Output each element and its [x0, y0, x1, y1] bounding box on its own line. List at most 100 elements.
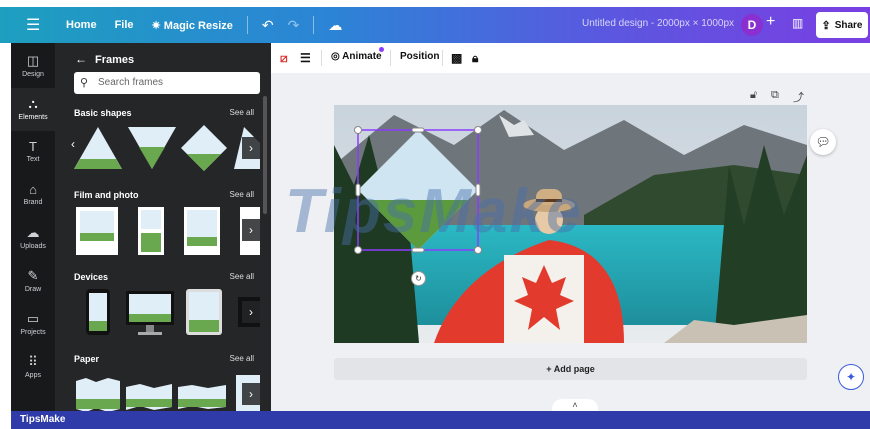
editor-toolbar: ⧄ ☰ ◎ Animate Position ▩ 🔒︎	[271, 43, 870, 74]
magic-sparkle-icon[interactable]: ✦	[838, 364, 864, 390]
panel-scrollbar[interactable]	[263, 96, 267, 214]
rail-label: Draw	[24, 286, 42, 293]
share-button[interactable]: ⇪ Share	[816, 12, 868, 38]
handle-tl	[354, 126, 362, 134]
see-all-link[interactable]: See all	[230, 190, 254, 199]
rail-item-uploads[interactable]: ☁ Uploads	[11, 217, 55, 260]
basic-shapes-row: ‹ ›	[71, 123, 260, 175]
section-title: Film and photo	[74, 190, 139, 200]
film-photo-row: ›	[74, 205, 260, 257]
add-page-icon[interactable]: ⤴	[793, 89, 804, 105]
devices-thumbs[interactable]	[74, 287, 260, 339]
cloud-upload-icon: ☁	[26, 225, 40, 240]
see-all-link[interactable]: See all	[230, 108, 254, 117]
rail-label: Projects	[20, 329, 46, 336]
basic-shapes-thumbs[interactable]	[74, 123, 260, 175]
divider	[442, 50, 443, 66]
rail-item-design[interactable]: ◫ Design	[11, 45, 55, 88]
divider	[390, 50, 391, 66]
section-devices: Devices See all	[74, 272, 254, 282]
paper-thumbs[interactable]	[74, 369, 260, 411]
rail-label: Elements	[18, 114, 48, 121]
chevron-left-icon[interactable]: ‹	[71, 137, 75, 151]
film-photo-thumbs[interactable]	[74, 205, 260, 257]
side-rail: ◫ Design ⛬ Elements T Text ⌂ Brand ☁ Uploads …	[11, 43, 55, 411]
layout-icon: ◫	[26, 53, 40, 68]
brand-icon: ⌂	[29, 182, 37, 197]
pen-icon: ✎	[27, 268, 39, 283]
handle-tr	[474, 126, 482, 134]
brand-label: TipsMake	[20, 414, 66, 425]
chevron-right-icon[interactable]: ›	[242, 383, 260, 405]
rail-label: Design	[22, 71, 44, 78]
panel-title: Frames	[95, 54, 135, 66]
no-color-icon[interactable]: ⧄	[280, 51, 288, 66]
transparency-icon[interactable]: ▩	[451, 51, 462, 65]
lock-page-icon[interactable]: 🔓︎	[750, 89, 757, 102]
magic-resize-label: Magic Resize	[163, 19, 233, 32]
rail-item-elements[interactable]: ⛬ Elements	[11, 88, 55, 131]
position-button[interactable]: Position	[400, 51, 439, 62]
frames-panel: ← Frames ⚲ Search frames Basic shapes Se…	[55, 43, 271, 411]
back-arrow-icon[interactable]: ←	[75, 52, 87, 66]
section-basic-shapes: Basic shapes See all	[74, 108, 254, 118]
chevron-right-icon[interactable]: ›	[242, 137, 260, 159]
section-title: Devices	[74, 272, 109, 282]
devices-row: ›	[74, 287, 260, 339]
rail-item-draw[interactable]: ✎ Draw	[11, 260, 55, 303]
handle-br	[474, 246, 482, 254]
home-button[interactable]: Home	[66, 19, 97, 31]
animate-button[interactable]: ◎ Animate	[331, 51, 382, 62]
handle-top	[411, 127, 425, 133]
undo-icon[interactable]: ↶	[262, 17, 274, 34]
comment-add-icon[interactable]: 💬︎	[810, 129, 836, 155]
chevron-right-icon[interactable]: ›	[242, 219, 260, 241]
folder-icon: ▭	[26, 311, 40, 326]
magic-resize-button[interactable]: ✷ Magic Resize	[152, 19, 233, 32]
rail-label: Apps	[25, 372, 41, 379]
rail-label: Uploads	[20, 243, 46, 250]
watermark-text: TipsMake	[285, 177, 583, 246]
rail-item-brand[interactable]: ⌂ Brand	[11, 174, 55, 217]
animate-label: Animate	[342, 51, 382, 62]
rail-label: Text	[26, 156, 40, 163]
divider	[246, 16, 248, 34]
cloud-save-icon[interactable]: ☁	[328, 17, 342, 34]
section-title: Paper	[74, 354, 100, 364]
rail-item-apps[interactable]: ⠿ Apps	[11, 346, 55, 389]
rail-item-projects[interactable]: ▭ Projects	[11, 303, 55, 346]
rail-item-text[interactable]: T Text	[11, 131, 55, 174]
handle-bl	[354, 246, 362, 254]
handle-bottom	[411, 247, 425, 253]
avatar[interactable]: D	[741, 14, 763, 36]
search-placeholder: Search frames	[98, 77, 164, 88]
section-film-photo: Film and photo See all	[74, 190, 254, 200]
bottom-brand-bar: TipsMake	[11, 411, 870, 429]
search-frames-input[interactable]: ⚲ Search frames	[74, 72, 260, 94]
add-page-button[interactable]: + Add page	[334, 358, 807, 380]
file-menu-button[interactable]: File	[115, 19, 134, 31]
shapes-icon: ⛬	[28, 96, 38, 111]
see-all-link[interactable]: See all	[230, 272, 254, 281]
animate-icon: ◎	[331, 51, 340, 62]
top-bar: ☰ Home File ✷ Magic Resize ↶ ↷ ☁ Untitle…	[0, 7, 870, 43]
chevron-up-icon[interactable]: ˄	[552, 399, 598, 411]
hamburger-menu-icon[interactable]: ☰	[26, 15, 48, 35]
add-collaborator-icon[interactable]: +	[766, 13, 775, 31]
duplicate-page-icon[interactable]: ⧉	[771, 89, 779, 102]
upload-share-icon: ⇪	[821, 19, 831, 32]
divider	[321, 50, 322, 66]
rotate-handle-icon[interactable]: ↻	[411, 271, 426, 286]
share-label: Share	[834, 19, 863, 31]
border-style-icon[interactable]: ☰	[300, 51, 311, 65]
chevron-right-icon[interactable]: ›	[242, 301, 260, 323]
section-title: Basic shapes	[74, 108, 132, 118]
design-title[interactable]: Untitled design - 2000px × 1000px	[582, 18, 734, 29]
redo-icon[interactable]: ↷	[288, 17, 300, 34]
apps-grid-icon: ⠿	[28, 354, 38, 369]
section-paper: Paper See all	[74, 354, 254, 364]
see-all-link[interactable]: See all	[230, 354, 254, 363]
lock-icon[interactable]: 🔒︎	[472, 51, 478, 66]
rail-label: Brand	[23, 199, 43, 206]
insights-chart-icon[interactable]: ▥	[792, 16, 803, 30]
